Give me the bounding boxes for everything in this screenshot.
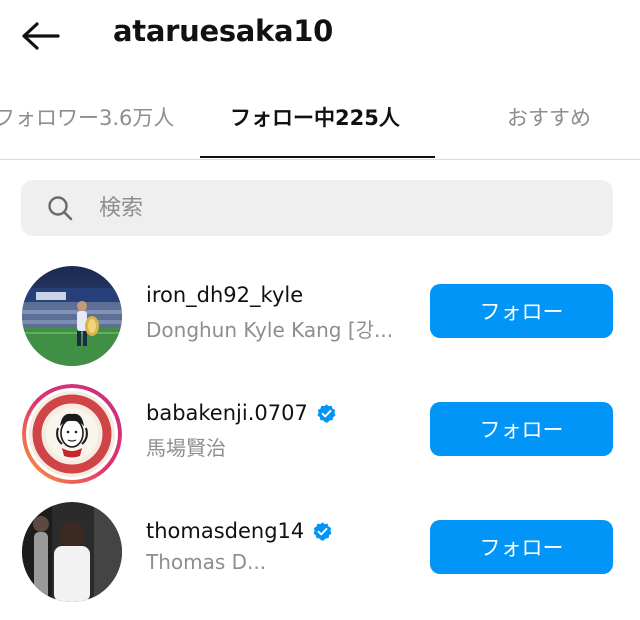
search-icon (48, 196, 73, 221)
avatar[interactable] (22, 266, 122, 366)
user-info[interactable]: iron_dh92_kyle Donghun Kyle Kang [강... (146, 280, 416, 343)
full-name: 馬場賢治 (146, 436, 226, 460)
tab-followers[interactable]: フォロワー3.6万人 (0, 102, 174, 132)
tab-suggested[interactable]: おすすめ (507, 102, 591, 132)
full-name: Thomas D... (146, 550, 267, 574)
search-bar[interactable] (21, 180, 613, 236)
verified-badge-icon (313, 521, 332, 541)
list-item[interactable]: babakenji.0707 馬場賢治 フォロー (0, 384, 640, 502)
profile-username-title: ataruesaka10 (113, 14, 334, 48)
follow-button[interactable]: フォロー (430, 284, 613, 338)
username[interactable]: thomasdeng14 (146, 519, 304, 543)
follow-button[interactable]: フォロー (430, 402, 613, 456)
tabs-divider (0, 159, 640, 160)
active-tab-indicator (200, 156, 435, 158)
username[interactable]: iron_dh92_kyle (146, 283, 303, 307)
user-info[interactable]: thomasdeng14 Thomas D... (146, 516, 416, 574)
avatar[interactable] (22, 502, 122, 602)
user-info[interactable]: babakenji.0707 馬場賢治 (146, 398, 416, 461)
avatar[interactable] (22, 384, 122, 484)
arrow-left-icon (22, 22, 60, 50)
follow-tabs: フォロワー3.6万人 フォロー中225人 おすすめ (0, 88, 640, 160)
search-input[interactable] (99, 180, 599, 236)
verified-badge-icon (317, 403, 336, 423)
list-item[interactable]: iron_dh92_kyle Donghun Kyle Kang [강... フ… (0, 266, 640, 384)
list-item[interactable]: thomasdeng14 Thomas D... フォロー (0, 502, 640, 620)
back-button[interactable] (18, 18, 62, 54)
follow-button[interactable]: フォロー (430, 520, 613, 574)
username[interactable]: babakenji.0707 (146, 401, 308, 425)
top-header: ataruesaka10 (0, 0, 640, 72)
full-name: Donghun Kyle Kang [강... (146, 318, 394, 342)
tab-following[interactable]: フォロー中225人 (230, 102, 400, 132)
